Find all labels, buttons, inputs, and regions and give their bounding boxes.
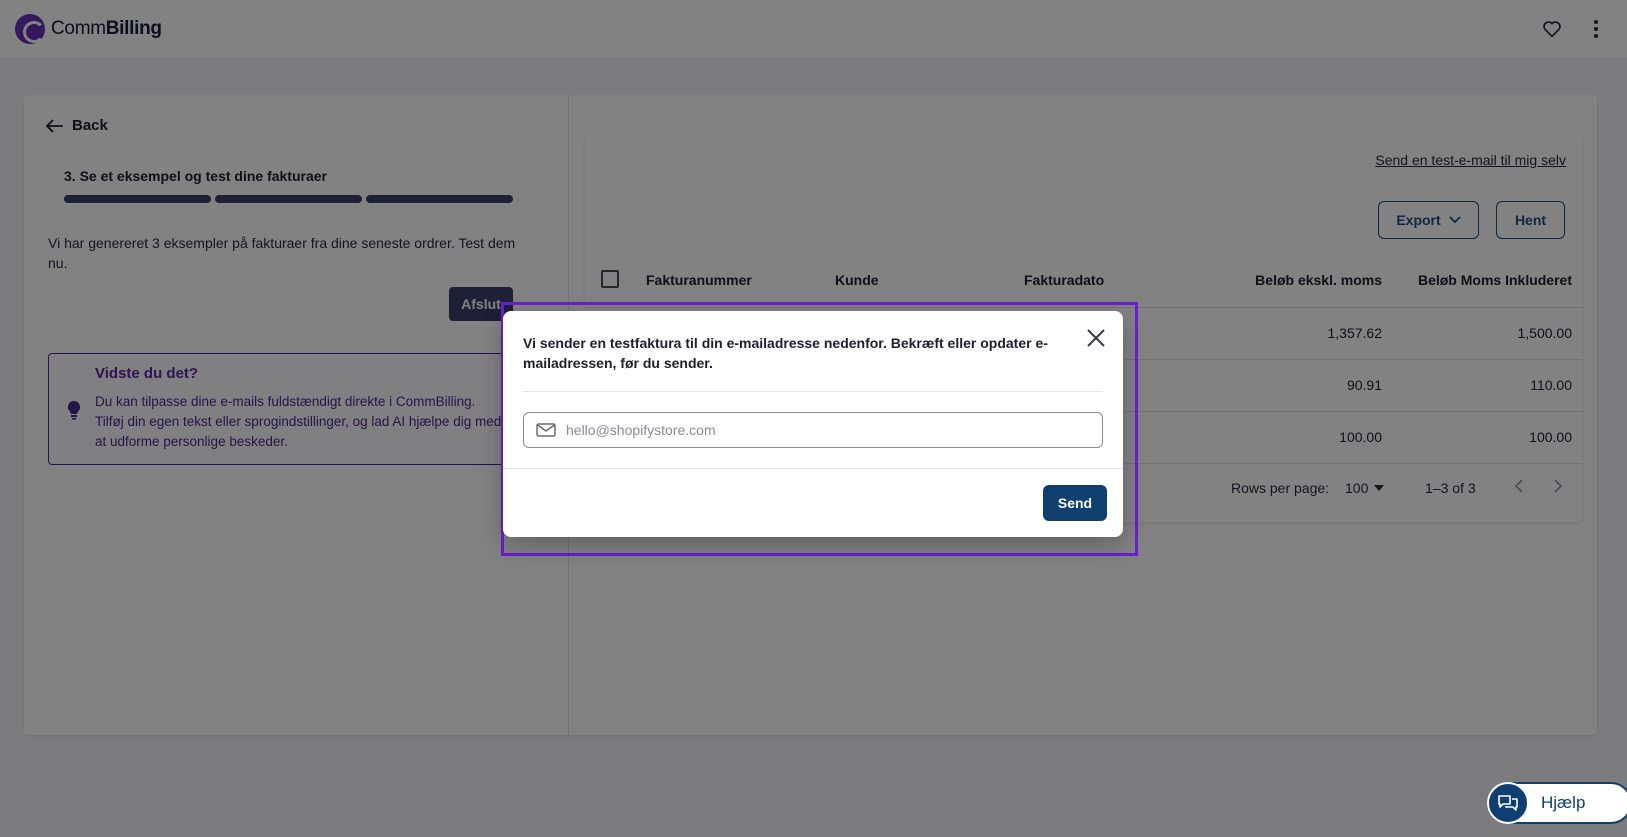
help-label: Hjælp (1541, 793, 1586, 812)
dialog-divider (523, 391, 1103, 392)
help-button[interactable]: Hjælp (1487, 782, 1627, 824)
send-button[interactable]: Send (1043, 485, 1107, 521)
dialog-message: Vi sender en testfaktura til din e-maila… (523, 335, 1048, 371)
close-icon[interactable] (1085, 327, 1107, 349)
email-input[interactable] (566, 422, 1066, 438)
email-field[interactable] (523, 412, 1103, 448)
dialog-footer-divider (503, 468, 1123, 469)
mail-icon (536, 423, 556, 437)
chat-bubbles-icon (1487, 782, 1529, 824)
test-email-dialog: Vi sender en testfaktura til din e-maila… (503, 311, 1123, 537)
